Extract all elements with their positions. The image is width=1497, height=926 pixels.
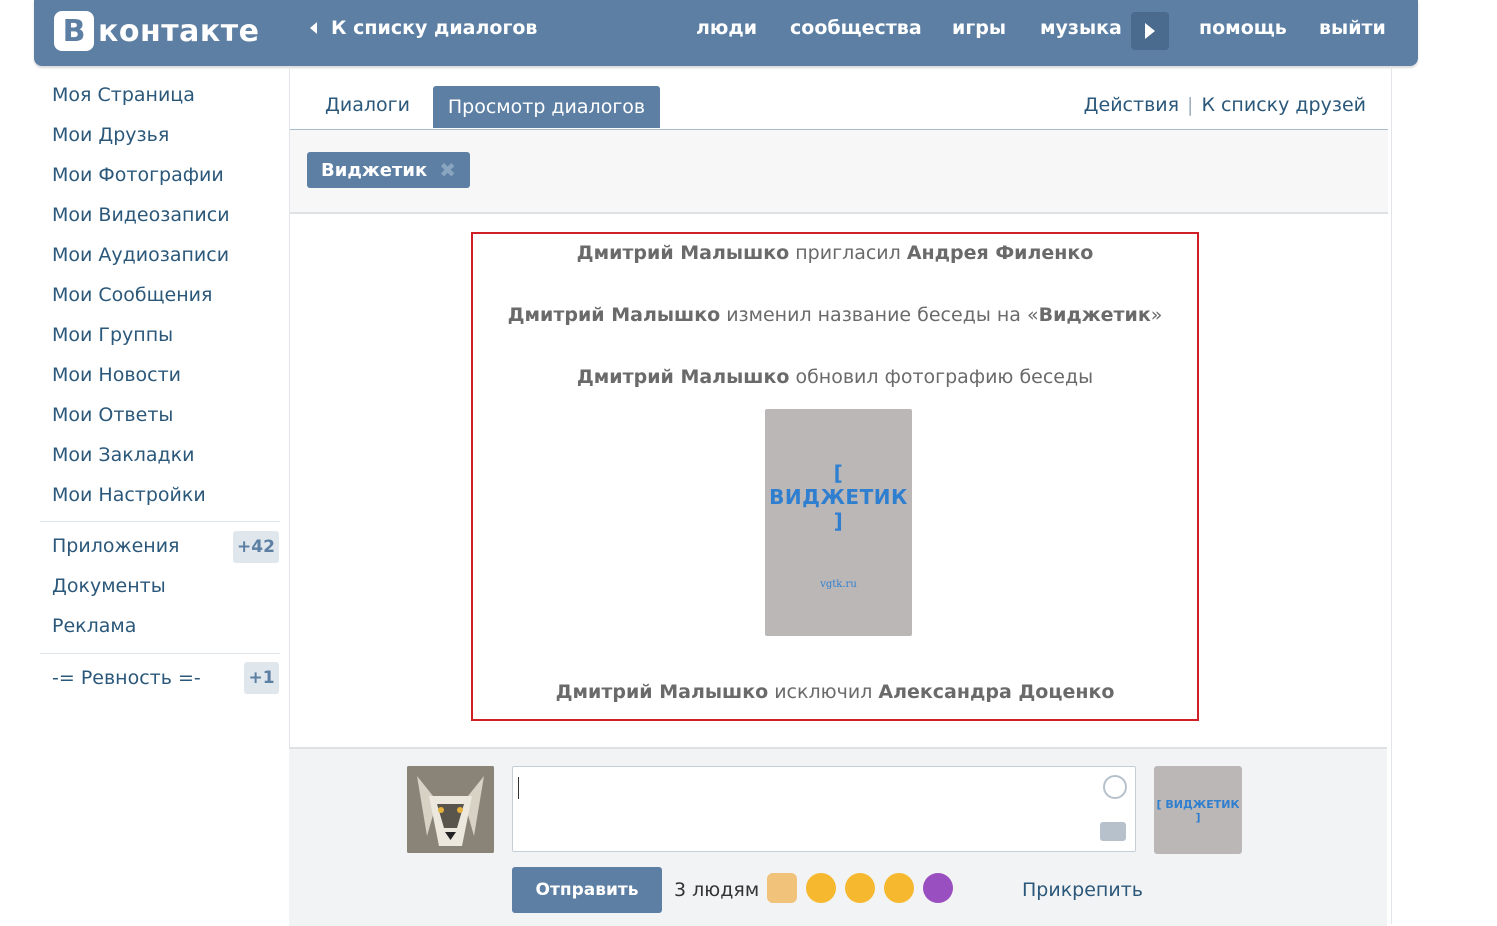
play-icon xyxy=(1145,23,1155,39)
music-play-button[interactable] xyxy=(1131,12,1169,50)
actions-separator: | xyxy=(1187,94,1194,116)
avatar[interactable] xyxy=(407,766,494,853)
sidebar-item-photos[interactable]: Мои Фотографии xyxy=(52,164,224,186)
text-caret xyxy=(518,777,519,799)
message-actor[interactable]: Дмитрий Малышко xyxy=(556,681,769,703)
smile-emoji-icon[interactable] xyxy=(806,873,836,903)
message-action: изменил название беседы на « xyxy=(720,304,1039,326)
send-button[interactable]: Отправить xyxy=(512,867,662,913)
apps-count-badge[interactable]: +42 xyxy=(233,531,279,563)
tab-view-dialogs[interactable]: Просмотр диалогов xyxy=(433,86,660,128)
sidebar-divider xyxy=(40,521,280,522)
service-message: Дмитрий Малышко исключил Александра Доце… xyxy=(473,681,1197,703)
message-target[interactable]: Андрея Филенко xyxy=(907,242,1094,264)
thumbs-up-icon[interactable] xyxy=(767,873,797,903)
conversation-filter-chip[interactable]: Виджетик ✖ xyxy=(307,152,471,188)
recipients-count: 3 людям xyxy=(674,879,760,901)
sidebar-item-friends[interactable]: Мои Друзья xyxy=(52,124,169,146)
vk-logo[interactable]: В контакте xyxy=(54,11,259,51)
sidebar-item-videos[interactable]: Мои Видеозаписи xyxy=(52,204,230,226)
nav-people[interactable]: люди xyxy=(696,17,757,39)
sidebar-item-messages[interactable]: Мои Сообщения xyxy=(52,284,212,306)
flushed-emoji-icon[interactable] xyxy=(884,873,914,903)
message-actor[interactable]: Дмитрий Малышко xyxy=(577,366,790,388)
sidebar-item-audio[interactable]: Мои Аудиозаписи xyxy=(52,244,229,266)
nav-music[interactable]: музыка xyxy=(1040,17,1122,39)
message-action: исключил xyxy=(768,681,879,703)
kiss-emoji-icon[interactable] xyxy=(845,873,875,903)
nav-logout[interactable]: выйти xyxy=(1319,17,1386,39)
sidebar-item-groups[interactable]: Мои Группы xyxy=(52,324,173,346)
service-message: Дмитрий Малышко пригласил Андрея Филенко xyxy=(473,242,1197,264)
nav-games[interactable]: игры xyxy=(952,17,1006,39)
sidebar-item-my-page[interactable]: Моя Страница xyxy=(52,84,195,106)
message-actor[interactable]: Дмитрий Малышко xyxy=(508,304,721,326)
sidebar-item-ads[interactable]: Реклама xyxy=(52,615,136,637)
smile-icon[interactable] xyxy=(1103,775,1127,799)
group-count-badge[interactable]: +1 xyxy=(244,662,279,694)
nav-communities[interactable]: сообщества xyxy=(790,17,922,39)
filter-bar: Виджетик ✖ xyxy=(290,130,1388,214)
tab-dialogs[interactable]: Диалоги xyxy=(325,94,410,116)
devil-emoji-icon[interactable] xyxy=(923,873,953,903)
message-composer: [ ВИДЖЕТИК ] Отправить 3 людям Прикрепит… xyxy=(289,747,1387,926)
photo-url: vgtk.ru xyxy=(820,579,857,590)
wolf-avatar-image xyxy=(407,766,494,853)
sidebar-item-bookmarks[interactable]: Мои Закладки xyxy=(52,444,194,466)
tab-actions: Действия | К списку друзей xyxy=(1084,94,1366,116)
nav-help[interactable]: помощь xyxy=(1199,17,1287,39)
chip-label: Виджетик xyxy=(321,159,428,181)
tabs-bar: Диалоги Просмотр диалогов Действия | К с… xyxy=(290,66,1388,130)
sidebar-item-group[interactable]: -= Ревность =- xyxy=(52,667,201,689)
sidebar-item-documents[interactable]: Документы xyxy=(52,575,166,597)
message-target[interactable]: Александра Доценко xyxy=(878,681,1114,703)
logo-mark: В xyxy=(54,11,94,51)
service-messages-highlight: Дмитрий Малышко пригласил Андрея Филенко… xyxy=(471,232,1199,721)
top-header: В контакте К списку диалогов люди сообще… xyxy=(34,0,1418,66)
back-to-dialogs-link[interactable]: К списку диалогов xyxy=(310,17,537,39)
actions-link[interactable]: Действия xyxy=(1084,94,1179,116)
attach-button[interactable]: Прикрепить xyxy=(1022,879,1143,901)
back-arrow-icon xyxy=(310,22,317,34)
message-target: Виджетик xyxy=(1038,304,1151,326)
message-actor[interactable]: Дмитрий Малышко xyxy=(577,242,790,264)
friends-list-link[interactable]: К списку друзей xyxy=(1201,94,1366,116)
conversation-photo[interactable]: [ ВИДЖЕТИК ] vgtk.ru xyxy=(765,409,912,636)
camera-icon[interactable] xyxy=(1100,822,1126,841)
sidebar-item-settings[interactable]: Мои Настройки xyxy=(52,484,206,506)
message-input[interactable] xyxy=(512,766,1136,852)
sidebar-item-answers[interactable]: Мои Ответы xyxy=(52,404,173,426)
message-action: пригласил xyxy=(789,242,907,264)
back-link-label: К списку диалогов xyxy=(331,17,538,39)
chat-thumbnail-label: [ ВИДЖЕТИК ] xyxy=(1156,798,1240,824)
close-icon[interactable]: ✖ xyxy=(439,158,456,182)
message-action: обновил фотографию беседы xyxy=(789,366,1094,388)
photo-title: [ ВИДЖЕТИК ] xyxy=(769,461,908,533)
sidebar-item-news[interactable]: Мои Новости xyxy=(52,364,181,386)
service-message: Дмитрий Малышко обновил фотографию бесед… xyxy=(473,366,1197,388)
sidebar-divider xyxy=(40,653,280,654)
chat-thumbnail[interactable]: [ ВИДЖЕТИК ] xyxy=(1154,766,1242,854)
service-message: Дмитрий Малышко изменил название беседы … xyxy=(473,304,1197,326)
sidebar-item-apps[interactable]: Приложения xyxy=(52,535,179,557)
message-suffix: » xyxy=(1150,304,1163,326)
logo-text: контакте xyxy=(98,13,260,49)
